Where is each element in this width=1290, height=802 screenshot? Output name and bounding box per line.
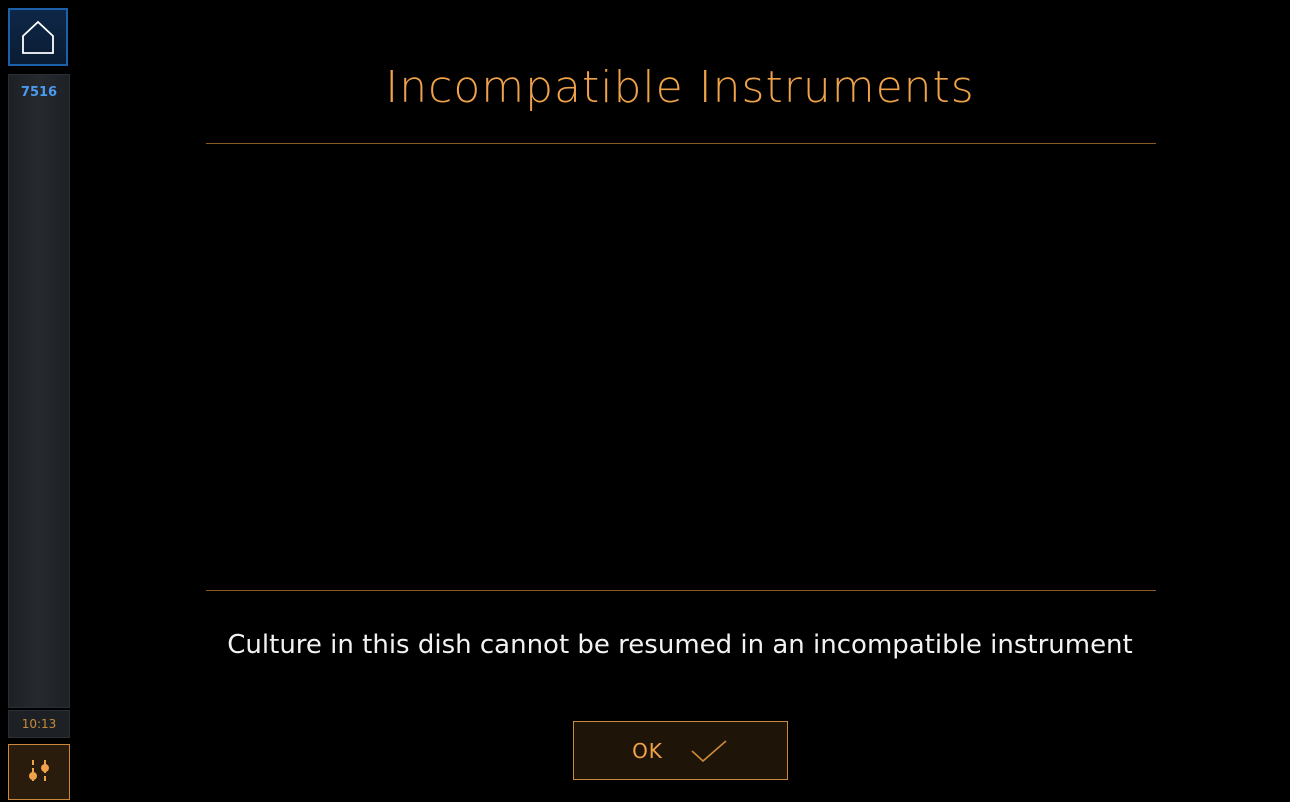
top-divider [206, 143, 1156, 144]
dialog-message: Culture in this dish cannot be resumed i… [227, 630, 1133, 660]
dish-tab[interactable]: 7516 [8, 74, 70, 708]
home-icon [22, 20, 54, 54]
bottom-divider [206, 590, 1156, 591]
dish-id-label: 7516 [20, 85, 58, 100]
home-button[interactable] [8, 8, 68, 66]
checkmark-icon [691, 739, 727, 762]
sliders-icon [29, 760, 49, 784]
dialog-title: Incompatible Instruments [385, 62, 975, 113]
sidebar: 7516 10:13 [0, 0, 76, 802]
ok-button-label: OK [632, 738, 663, 763]
ok-button[interactable]: OK [573, 721, 788, 780]
settings-button[interactable] [8, 744, 70, 800]
clock: 10:13 [8, 710, 70, 738]
